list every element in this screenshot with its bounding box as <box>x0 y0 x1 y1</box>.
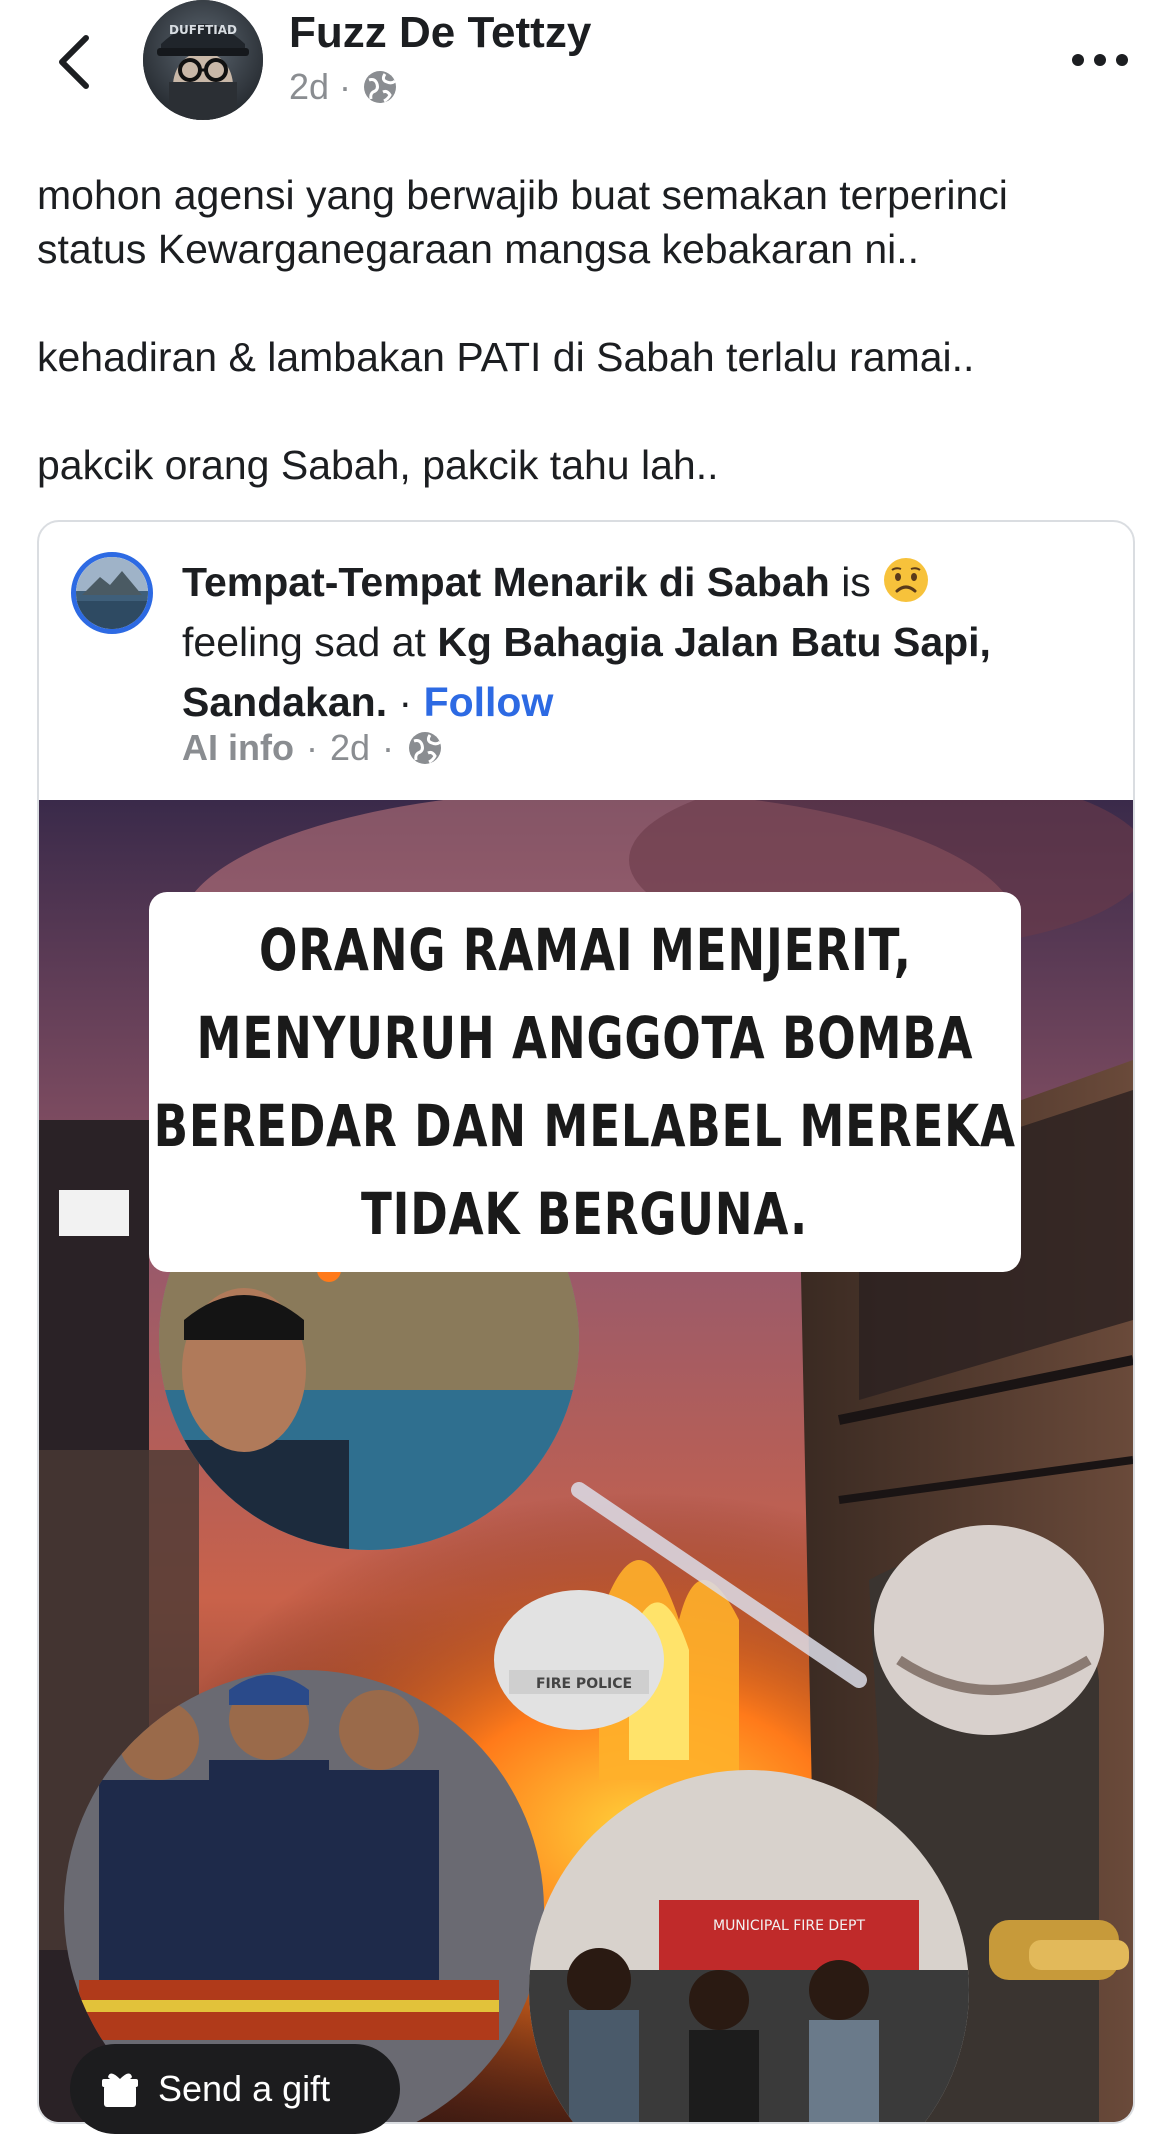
send-gift-label: Send a gift <box>158 2068 331 2109</box>
shared-post-meta: AI info · 2d · <box>182 727 444 769</box>
author-name[interactable]: Fuzz De Tettzy <box>289 8 591 58</box>
svg-text:DUFFTIAD: DUFFTIAD <box>169 23 237 37</box>
avatar-image: DUFFTIAD <box>143 0 263 120</box>
follow-button[interactable]: Follow <box>424 679 554 725</box>
image-headline-line: ORANG RAMAI MENJERIT, <box>258 916 912 984</box>
globe-icon <box>409 732 442 764</box>
post-text: mohon agensi yang berwajib buat semakan … <box>37 168 1147 492</box>
post-line: pakcik orang Sabah, pakcik tahu lah.. <box>37 442 719 488</box>
meta-separator: · <box>339 66 352 107</box>
image-headline-line: MENYURUH ANGGOTA BOMBA <box>196 1004 974 1072</box>
gift-icon <box>102 2073 138 2107</box>
svg-text:MUNICIPAL FIRE DEPT: MUNICIPAL FIRE DEPT <box>713 1918 865 1934</box>
post-line: status Kewarganegaraan mangsa kebakaran … <box>37 226 920 272</box>
send-gift-button[interactable]: Send a gift <box>70 2044 400 2134</box>
post-image[interactable]: FIRE POLICE MUNICIPAL FIRE DEPT ORANG RA… <box>39 800 1133 2122</box>
post-meta: 2d · <box>289 66 399 108</box>
page-avatar-image <box>76 557 148 629</box>
more-horizontal-icon <box>1072 54 1128 66</box>
sad-face-icon <box>884 558 929 602</box>
page-avatar[interactable] <box>71 552 153 634</box>
meta-separator: · <box>305 727 318 768</box>
ai-info-link[interactable]: AI info <box>182 727 294 769</box>
shared-post-time: 2d <box>329 727 371 768</box>
post-header: DUFFTIAD Fuzz De Tettzy 2d · <box>0 0 1170 130</box>
post-line: mohon agensi yang berwajib buat semakan … <box>37 172 1008 218</box>
post-line: kehadiran & lambakan PATI di Sabah terla… <box>37 334 975 380</box>
feeling-text: feeling sad at <box>182 619 426 665</box>
more-options-button[interactable] <box>1065 40 1135 80</box>
image-headline-box: ORANG RAMAI MENJERIT, MENYURUH ANGGOTA B… <box>149 892 1021 1272</box>
shared-post-card[interactable]: Tempat-Tempat Menarik di Sabah is feelin… <box>37 520 1135 2124</box>
author-avatar[interactable]: DUFFTIAD <box>143 0 263 120</box>
follow-separator: · <box>398 679 413 725</box>
shared-page-name[interactable]: Tempat-Tempat Menarik di Sabah <box>182 559 830 605</box>
image-headline-line: BEREDAR DAN MELABEL MEREKA <box>153 1092 1017 1160</box>
shared-post-heading: Tempat-Tempat Menarik di Sabah is feelin… <box>182 552 1102 732</box>
image-headline-line: TIDAK BERGUNA. <box>361 1180 809 1248</box>
meta-separator: · <box>382 727 395 768</box>
globe-icon <box>364 71 397 103</box>
svg-text:FIRE POLICE: FIRE POLICE <box>536 1676 632 1692</box>
post-time: 2d <box>289 66 330 107</box>
chevron-left-icon <box>59 35 89 89</box>
back-button[interactable] <box>44 22 104 102</box>
is-word: is <box>841 559 871 605</box>
